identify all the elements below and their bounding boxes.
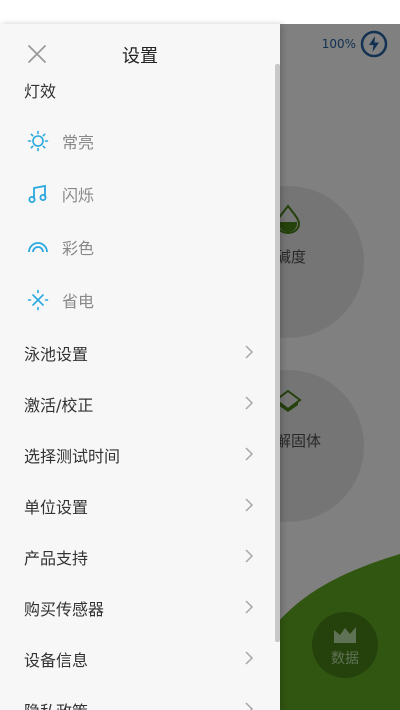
menu-item-buy-sensor[interactable]: 购买传感器 — [0, 582, 275, 632]
chevron-right-icon — [245, 447, 254, 461]
drawer-content: 灯效 常亮 闪烁 彩色 省电 泳池设置 激活/校正 选择测试时间 单位设置 产品… — [0, 76, 275, 710]
power-save-icon — [25, 287, 51, 313]
chevron-right-icon — [245, 702, 254, 710]
light-mode-steady[interactable]: 常亮 — [24, 121, 94, 161]
chevron-right-icon — [245, 549, 254, 563]
light-mode-color[interactable]: 彩色 — [24, 227, 94, 267]
drawer-title: 设置 — [122, 46, 158, 67]
light-mode-power-save[interactable]: 省电 — [24, 280, 94, 320]
chevron-right-icon — [245, 600, 254, 614]
sun-icon — [25, 128, 51, 154]
menu-item-label: 购买传感器 — [24, 600, 105, 619]
music-note-icon — [25, 181, 51, 207]
menu-item-unit-settings[interactable]: 单位设置 — [0, 480, 275, 530]
chevron-right-icon — [245, 498, 254, 512]
menu-item-test-time[interactable]: 选择测试时间 — [0, 429, 275, 479]
light-mode-label: 彩色 — [62, 239, 95, 258]
drawer-scrollbar[interactable] — [275, 64, 280, 642]
menu-item-label: 隐私政策 — [24, 698, 88, 710]
menu-item-label: 单位设置 — [24, 498, 89, 517]
chevron-right-icon — [245, 396, 254, 410]
lighting-section-title: 灯效 — [24, 82, 57, 101]
settings-drawer: 设置 灯效 常亮 闪烁 彩色 省电 泳池设置 激活/校正 选择测试时间 单位设置… — [0, 24, 280, 710]
menu-item-activate-calibrate[interactable]: 激活/校正 — [0, 378, 275, 428]
menu-item-privacy-policy[interactable]: 隐私政策 — [0, 684, 275, 710]
menu-item-label: 选择测试时间 — [24, 447, 121, 466]
menu-item-pool-settings[interactable]: 泳池设置 — [0, 327, 275, 377]
rainbow-icon — [25, 234, 51, 260]
menu-item-product-support[interactable]: 产品支持 — [0, 531, 275, 581]
menu-item-label: 泳池设置 — [24, 345, 89, 364]
light-mode-label: 省电 — [62, 292, 95, 311]
light-mode-label: 常亮 — [62, 133, 95, 152]
light-mode-flash[interactable]: 闪烁 — [24, 174, 94, 214]
menu-item-label: 产品支持 — [24, 549, 89, 568]
light-mode-label: 闪烁 — [62, 186, 95, 205]
status-bar — [0, 0, 400, 24]
chevron-right-icon — [245, 651, 254, 665]
drawer-header: 设置 — [0, 24, 280, 82]
menu-item-device-info[interactable]: 设备信息 — [0, 633, 275, 683]
chevron-right-icon — [245, 345, 254, 359]
menu-item-label: 设备信息 — [24, 651, 89, 670]
menu-item-label: 激活/校正 — [24, 396, 94, 415]
